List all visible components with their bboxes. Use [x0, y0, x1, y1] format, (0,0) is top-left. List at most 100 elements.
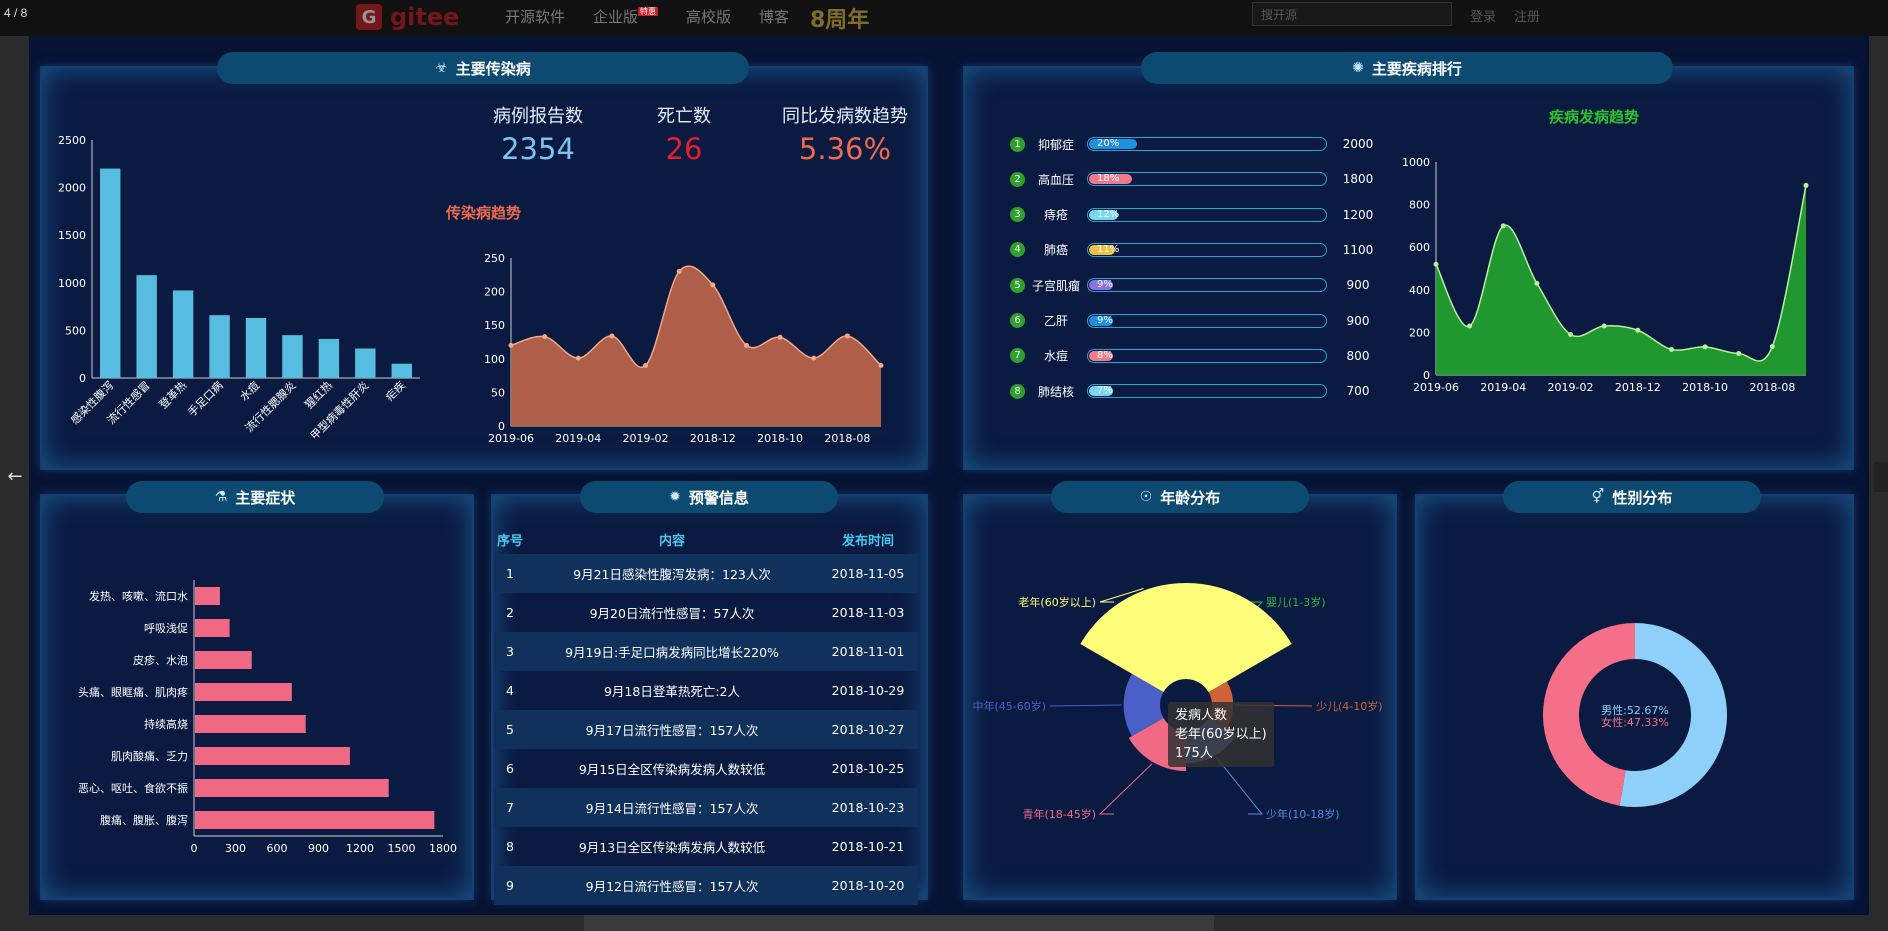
- age-title-text: 年龄分布: [1160, 488, 1221, 507]
- nav-item[interactable]: 开源软件: [505, 6, 565, 27]
- x-tick-label: 2018-12: [1615, 381, 1661, 394]
- ranking-item: 6 乙肝 9% 900: [1010, 311, 1383, 331]
- y-tick-label: 100: [484, 353, 505, 366]
- cell-content: 9月19日:手足口病发病同比增长220%: [565, 645, 779, 660]
- y-tick-label: 2500: [58, 134, 86, 147]
- slice-label: 少儿(4-10岁): [1316, 699, 1383, 713]
- cell-content: 9月14日流行性感冒：157人次: [585, 801, 759, 816]
- data-point: [575, 355, 581, 361]
- rank-progress-bar: 9%: [1087, 313, 1327, 328]
- bar: [100, 168, 121, 378]
- cell-time: 2018-10-21: [831, 839, 905, 854]
- y-tick-label: 250: [484, 252, 505, 265]
- rank-progress-fill: 8%: [1089, 350, 1113, 361]
- nav-item[interactable]: 企业版 特惠: [593, 6, 659, 27]
- ranking-title-text: 主要疾病排行: [1371, 59, 1462, 78]
- cell-time: 2018-10-25: [831, 761, 905, 776]
- bar: [355, 348, 376, 378]
- data-point: [1635, 327, 1641, 333]
- slice-label: 青年(18-45岁): [1022, 807, 1096, 821]
- rank-value: 700: [1346, 384, 1370, 399]
- rank-value: 1800: [1342, 172, 1374, 187]
- data-point: [1736, 350, 1742, 356]
- cell-time: 2018-11-05: [831, 566, 905, 581]
- table-row[interactable]: 5 9月17日流行性感冒：157人次 2018-10-27: [494, 710, 918, 749]
- table-row[interactable]: 9 9月12日流行性感冒：157人次 2018-10-20: [494, 866, 918, 905]
- nav-item[interactable]: 高校版: [686, 6, 731, 27]
- infectious-bar-chart: 05001000150020002500感染性腹泻流行性感冒 登革热手足口病 水痘流…: [58, 134, 420, 443]
- virus-icon: ✺: [1352, 60, 1364, 76]
- ranking-item: 4 肺癌 11% 1100: [1010, 240, 1383, 260]
- login-link[interactable]: 登录: [1470, 6, 1496, 25]
- x-tick-label: 水痘: [237, 378, 262, 403]
- rank-value: 2000: [1342, 137, 1374, 151]
- rank-value: 800: [1346, 348, 1370, 363]
- bar: [195, 747, 350, 765]
- age-tooltip: 发病人数 老年(60岁以上) 175人: [1168, 702, 1274, 767]
- register-link[interactable]: 注册: [1514, 6, 1540, 25]
- anniversary-logo: 8周年: [810, 8, 870, 33]
- rank-progress-fill: 9%: [1089, 280, 1113, 291]
- y-tick-label: 呼吸浅促: [144, 621, 188, 635]
- table-row[interactable]: 2 9月20日流行性感冒：57人次 2018-11-03: [494, 593, 918, 632]
- bulb-icon: ☉: [1139, 489, 1153, 505]
- rank-value: 1200: [1342, 207, 1374, 222]
- rank-value: 1100: [1342, 242, 1374, 257]
- bar: [195, 683, 292, 701]
- auth-links: 登录 注册: [1470, 6, 1540, 25]
- ranking-item: 7 水痘 8% 800: [1010, 346, 1383, 366]
- next-image-handle[interactable]: [1874, 462, 1888, 492]
- rank-number: 6: [1010, 313, 1025, 328]
- table-row[interactable]: 3 9月19日:手足口病发病同比增长220% 2018-11-01: [494, 632, 918, 671]
- cell-content: 9月21日感染性腹泻发病：123人次: [573, 567, 771, 582]
- x-tick-label: 2019-06: [488, 432, 534, 445]
- data-point: [1668, 346, 1674, 352]
- data-point: [609, 333, 615, 339]
- cell-time: 2018-10-20: [831, 878, 905, 893]
- cell-index: 9: [506, 878, 514, 893]
- donut-label: 男性:52.67%: [1601, 703, 1669, 717]
- x-tick-label: 2018-10: [1682, 381, 1728, 394]
- bar: [172, 290, 194, 378]
- bar: [195, 651, 252, 669]
- nav-item[interactable]: 博客: [759, 6, 789, 27]
- cell-time: 2018-11-03: [831, 605, 905, 620]
- ranking-item: 8 肺结核 7% 700: [1010, 381, 1383, 401]
- rank-progress-fill: 11%: [1089, 244, 1119, 255]
- x-tick-label: 600: [267, 842, 288, 855]
- table-row[interactable]: 1 9月21日感染性腹泻发病：123人次 2018-11-05: [494, 554, 918, 593]
- table-row[interactable]: 4 9月18日登革热死亡:2人 2018-10-29: [494, 671, 918, 710]
- data-point: [643, 363, 649, 369]
- bar: [318, 338, 340, 378]
- y-tick-label: 恶心、呕吐、食欲不振: [78, 781, 188, 795]
- gitee-nav: 开源软件 企业版 特惠 高校版 博客: [505, 6, 789, 27]
- table-row[interactable]: 7 9月14日流行性感冒：157人次 2018-10-23: [494, 788, 918, 827]
- y-tick-label: 发热、咳嗽、流口水: [89, 589, 188, 603]
- table-row[interactable]: 8 9月13日全区传染病发病人数较低 2018-10-21: [494, 827, 918, 866]
- rank-number: 8: [1010, 383, 1025, 399]
- image-counter: 4 / 8: [4, 6, 28, 20]
- table-row[interactable]: 6 9月15日全区传染病发病人数较低 2018-10-25: [494, 749, 918, 788]
- rank-disease-name: 水痘: [1043, 349, 1068, 364]
- cell-index: 2: [506, 605, 514, 620]
- gitee-logo[interactable]: G gitee: [356, 0, 459, 34]
- col-header-index: 序号: [496, 533, 523, 549]
- area-fill: [1436, 185, 1806, 375]
- cell-index: 7: [506, 800, 514, 815]
- ranking-title: ✺ 主要疾病排行: [1141, 52, 1673, 84]
- symptoms-title-text: 主要症状: [235, 488, 296, 507]
- microscope-icon: ⚗: [214, 489, 228, 505]
- infectious-title: ☣ 主要传染病: [217, 52, 749, 84]
- rank-value: 900: [1346, 278, 1370, 293]
- x-tick-label: 2018-08: [1749, 381, 1795, 394]
- donut-label: 女性:47.33%: [1601, 715, 1669, 729]
- y-tick-label: 800: [1409, 199, 1430, 212]
- search-input[interactable]: 搜开源: [1252, 2, 1452, 26]
- prev-image-arrow-icon[interactable]: ←: [0, 462, 30, 492]
- rank-number: 7: [1010, 348, 1025, 364]
- area-fill: [511, 266, 881, 426]
- rank-number: 1: [1010, 136, 1025, 152]
- x-tick-label: 1200: [346, 842, 374, 855]
- cell-index: 5: [506, 722, 514, 737]
- biohazard-icon: ☣: [435, 60, 448, 76]
